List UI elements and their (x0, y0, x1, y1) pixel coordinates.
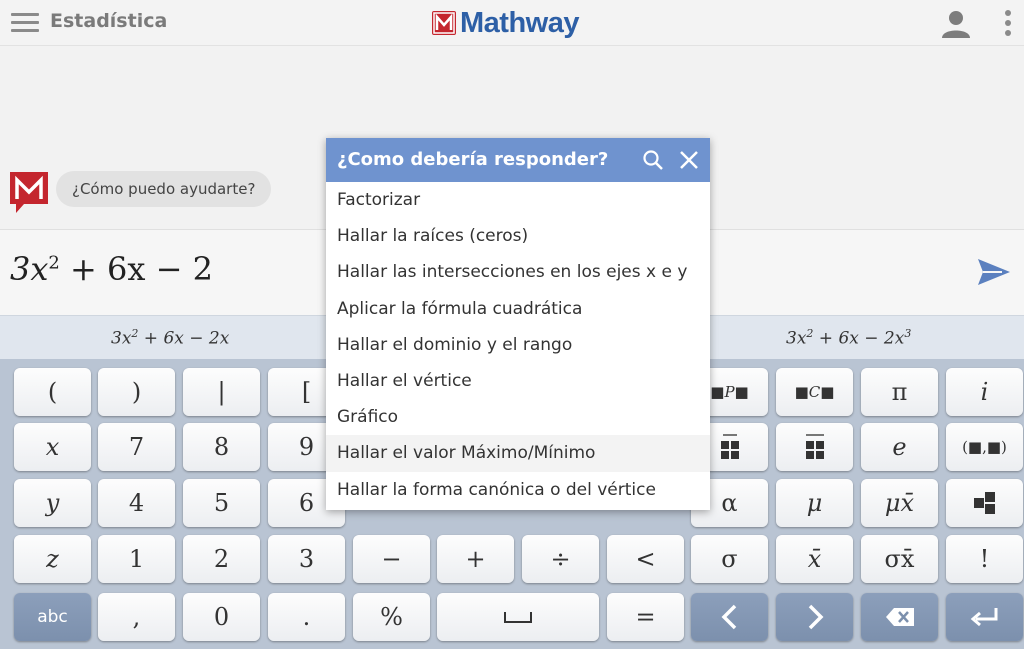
key-decimal[interactable]: . (268, 593, 345, 641)
close-icon[interactable] (678, 149, 700, 171)
key-x[interactable]: x (14, 423, 91, 471)
key-divide[interactable]: ÷ (522, 535, 599, 583)
matrix-icon (973, 492, 995, 514)
mathway-logo: Mathway (432, 7, 579, 39)
dialog-title: ¿Como debería responder? (337, 149, 609, 170)
key-backspace[interactable] (861, 593, 938, 641)
key-comma[interactable]: , (98, 593, 175, 641)
page-title: Estadística (50, 10, 168, 32)
option-dominio-rango[interactable]: Hallar el dominio y el rango (326, 327, 710, 363)
key-ordered-pair[interactable]: (■,■) (946, 423, 1023, 471)
user-account-icon[interactable] (940, 8, 972, 40)
key-1[interactable]: 1 (98, 535, 175, 583)
key-2[interactable]: 2 (183, 535, 260, 583)
key-pi[interactable]: π (861, 368, 938, 416)
chevron-left-icon (721, 604, 736, 630)
key-space[interactable] (437, 593, 599, 641)
option-forma-canonica[interactable]: Hallar la forma canónica o del vértice (326, 472, 710, 508)
key-open-paren[interactable]: ( (14, 368, 91, 416)
key-e[interactable]: e (861, 423, 938, 471)
key-abc[interactable]: abc (14, 593, 91, 641)
key-factorial[interactable]: ! (946, 535, 1023, 583)
expression-input[interactable]: 3x2 + 6x − 2 (10, 250, 213, 288)
key-mu[interactable]: μ (776, 479, 853, 527)
option-formula-cuadratica[interactable]: Aplicar la fórmula cuadrática (326, 291, 710, 327)
option-factorizar[interactable]: Factorizar (326, 182, 710, 218)
mathway-logo-icon (432, 11, 456, 35)
option-hallar-raices[interactable]: Hallar la raíces (ceros) (326, 218, 710, 254)
space-icon (504, 612, 532, 623)
app-header: Estadística Mathway (0, 0, 1024, 46)
bot-avatar-icon (8, 170, 50, 214)
hamburger-menu-icon[interactable] (11, 12, 39, 34)
enter-icon (970, 608, 997, 627)
response-options-dialog: ¿Como debería responder? Factorizar Hall… (326, 138, 710, 510)
chevron-right-icon (808, 604, 823, 630)
key-matrix[interactable] (946, 479, 1023, 527)
frequency-table-icon (720, 434, 739, 459)
key-minus[interactable]: − (353, 535, 430, 583)
bot-message-bubble: ¿Cómo puedo ayudarte? (56, 171, 272, 207)
key-imaginary[interactable]: i (946, 368, 1023, 416)
logo-text: Mathway (460, 6, 579, 39)
probability-table-icon (805, 434, 824, 459)
suggestion-chip[interactable]: 3x2 + 6x − 2x3 (786, 327, 911, 349)
key-probability-table[interactable] (776, 423, 853, 471)
key-xbar[interactable]: x̄ (776, 535, 853, 583)
key-5[interactable]: 5 (183, 479, 260, 527)
key-0[interactable]: 0 (183, 593, 260, 641)
key-8[interactable]: 8 (183, 423, 260, 471)
key-enter[interactable] (946, 593, 1023, 641)
key-right-arrow[interactable] (776, 593, 853, 641)
key-z[interactable]: z (14, 535, 91, 583)
key-equals[interactable]: = (607, 593, 684, 641)
backspace-icon (885, 608, 914, 626)
key-left-arrow[interactable] (691, 593, 768, 641)
option-intersecciones[interactable]: Hallar las intersecciones en los ejes x … (326, 254, 710, 290)
key-7[interactable]: 7 (98, 423, 175, 471)
search-icon[interactable] (642, 149, 664, 171)
key-sigma-xbar[interactable]: σx̄ (861, 535, 938, 583)
key-y[interactable]: y (14, 479, 91, 527)
key-combination[interactable]: ■C■ (776, 368, 853, 416)
key-abs[interactable]: | (183, 368, 260, 416)
more-options-icon[interactable] (1002, 8, 1014, 38)
key-sigma[interactable]: σ (691, 535, 768, 583)
key-close-paren[interactable]: ) (98, 368, 175, 416)
option-vertice[interactable]: Hallar el vértice (326, 363, 710, 399)
suggestion-chip[interactable]: 3x2 + 6x − 2x (111, 327, 229, 349)
key-3[interactable]: 3 (268, 535, 345, 583)
option-grafico[interactable]: Gráfico (326, 399, 710, 435)
key-4[interactable]: 4 (98, 479, 175, 527)
send-icon[interactable] (976, 256, 1012, 288)
key-less-than[interactable]: < (607, 535, 684, 583)
dialog-header: ¿Como debería responder? (326, 138, 710, 182)
key-percent[interactable]: % (353, 593, 430, 641)
key-plus[interactable]: + (437, 535, 514, 583)
key-mu-xbar[interactable]: μx̄ (861, 479, 938, 527)
option-maximo-minimo[interactable]: Hallar el valor Máximo/Mínimo (326, 435, 710, 472)
options-list: Factorizar Hallar la raíces (ceros) Hall… (326, 182, 710, 508)
